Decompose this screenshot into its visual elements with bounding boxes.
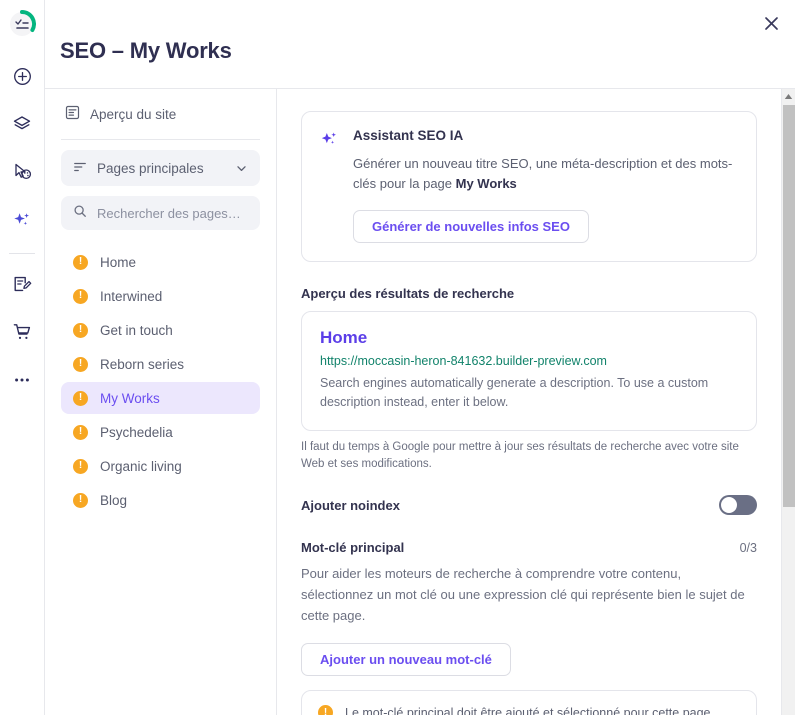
layers-icon[interactable] xyxy=(7,109,37,139)
page-list: ! Home ! Interwined ! Get in touch ! Reb… xyxy=(61,246,260,516)
site-overview-icon xyxy=(65,105,80,123)
noindex-toggle[interactable] xyxy=(719,495,757,515)
warning-icon: ! xyxy=(73,255,88,270)
search-result-preview-card: Home https://moccasin-heron-841632.build… xyxy=(301,311,757,431)
page-item-label: Organic living xyxy=(100,459,182,474)
keyword-description: Pour aider les moteurs de recherche à co… xyxy=(301,563,746,626)
page-item-interwined[interactable]: ! Interwined xyxy=(61,280,260,312)
left-icon-rail xyxy=(0,0,45,715)
preview-url: https://moccasin-heron-841632.builder-pr… xyxy=(320,354,738,368)
keyword-count: 0/3 xyxy=(740,541,757,555)
keyword-alert: ! Le mot-clé principal doit être ajouté … xyxy=(301,690,757,715)
warning-icon: ! xyxy=(73,493,88,508)
warning-icon: ! xyxy=(73,323,88,338)
page-item-my-works[interactable]: ! My Works xyxy=(61,382,260,414)
warning-icon: ! xyxy=(73,425,88,440)
noindex-label: Ajouter noindex xyxy=(301,498,400,513)
chevron-down-icon xyxy=(235,162,248,175)
ai-sparkle-icon xyxy=(320,130,339,243)
sidebar-divider xyxy=(61,139,260,140)
page-item-label: Get in touch xyxy=(100,323,173,338)
pages-sidebar: Aperçu du site Pages principales xyxy=(45,89,277,715)
keyword-header: Mot-clé principal 0/3 xyxy=(301,540,757,555)
preview-title: Home xyxy=(320,328,738,348)
site-logo[interactable] xyxy=(8,10,36,38)
page-item-label: Reborn series xyxy=(100,357,184,372)
page-item-label: Psychedelia xyxy=(100,425,173,440)
content-wrapper: Assistant SEO IA Générer un nouveau titr… xyxy=(277,89,795,715)
keyword-button-wrap: Ajouter un nouveau mot-clé xyxy=(301,643,757,676)
page-item-reborn-series[interactable]: ! Reborn series xyxy=(61,348,260,380)
content-scrollbar[interactable] xyxy=(781,89,795,715)
keyword-title: Mot-clé principal xyxy=(301,540,404,555)
ai-card-title: Assistant SEO IA xyxy=(353,128,738,143)
page-item-label: My Works xyxy=(100,391,160,406)
rail-divider xyxy=(9,253,35,254)
cart-icon[interactable] xyxy=(7,317,37,347)
more-icon[interactable] xyxy=(7,365,37,395)
page-item-label: Home xyxy=(100,255,136,270)
site-overview-label: Aperçu du site xyxy=(90,107,176,122)
warning-icon: ! xyxy=(73,289,88,304)
close-icon[interactable] xyxy=(758,10,784,36)
ai-desc-text: Générer un nouveau titre SEO, une méta-d… xyxy=(353,156,732,191)
keyword-alert-text: Le mot-clé principal doit être ajouté et… xyxy=(345,706,714,715)
page-item-label: Blog xyxy=(100,493,127,508)
search-pages-field[interactable] xyxy=(61,196,260,230)
pages-filter-dropdown[interactable]: Pages principales xyxy=(61,150,260,186)
search-icon xyxy=(73,204,87,223)
page-item-psychedelia[interactable]: ! Psychedelia xyxy=(61,416,260,448)
modal-body: Aperçu du site Pages principales xyxy=(45,88,795,715)
page-title: SEO – My Works xyxy=(60,24,232,64)
pages-filter-label: Pages principales xyxy=(97,161,204,176)
page-item-home[interactable]: ! Home xyxy=(61,246,260,278)
seo-modal: SEO – My Works xyxy=(45,0,795,715)
warning-icon: ! xyxy=(318,705,333,715)
scroll-up-arrow-icon[interactable] xyxy=(782,89,795,103)
seo-panel-app: SEO – My Works xyxy=(0,0,795,715)
toggle-knob xyxy=(721,497,737,513)
seo-content-panel: Assistant SEO IA Générer un nouveau titr… xyxy=(277,89,781,715)
add-keyword-button[interactable]: Ajouter un nouveau mot-clé xyxy=(301,643,511,676)
warning-icon: ! xyxy=(73,357,88,372)
add-icon[interactable] xyxy=(7,61,37,91)
scrollbar-thumb[interactable] xyxy=(783,105,795,507)
warning-icon: ! xyxy=(73,391,88,406)
page-item-get-in-touch[interactable]: ! Get in touch xyxy=(61,314,260,346)
ai-assistant-card: Assistant SEO IA Générer un nouveau titr… xyxy=(301,111,757,262)
page-item-blog[interactable]: ! Blog xyxy=(61,484,260,516)
ai-card-description: Générer un nouveau titre SEO, une méta-d… xyxy=(353,154,738,194)
preview-description: Search engines automatically generate a … xyxy=(320,374,738,412)
blog-edit-icon[interactable] xyxy=(7,269,37,299)
ai-desc-page-name: My Works xyxy=(456,176,517,191)
filter-list-icon xyxy=(73,160,87,177)
search-preview-heading: Aperçu des résultats de recherche xyxy=(301,286,757,301)
noindex-row: Ajouter noindex xyxy=(301,495,757,515)
ai-sparkle-icon[interactable] xyxy=(7,205,37,235)
sidebar-item-site-overview[interactable]: Aperçu du site xyxy=(61,89,260,139)
page-item-label: Interwined xyxy=(100,289,162,304)
warning-icon: ! xyxy=(73,459,88,474)
generate-seo-button[interactable]: Générer de nouvelles infos SEO xyxy=(353,210,589,243)
page-item-organic-living[interactable]: ! Organic living xyxy=(61,450,260,482)
design-cursor-icon[interactable] xyxy=(7,157,37,187)
google-update-hint: Il faut du temps à Google pour mettre à … xyxy=(301,439,757,473)
search-input[interactable] xyxy=(97,206,248,221)
modal-topbar: SEO – My Works xyxy=(45,0,795,88)
